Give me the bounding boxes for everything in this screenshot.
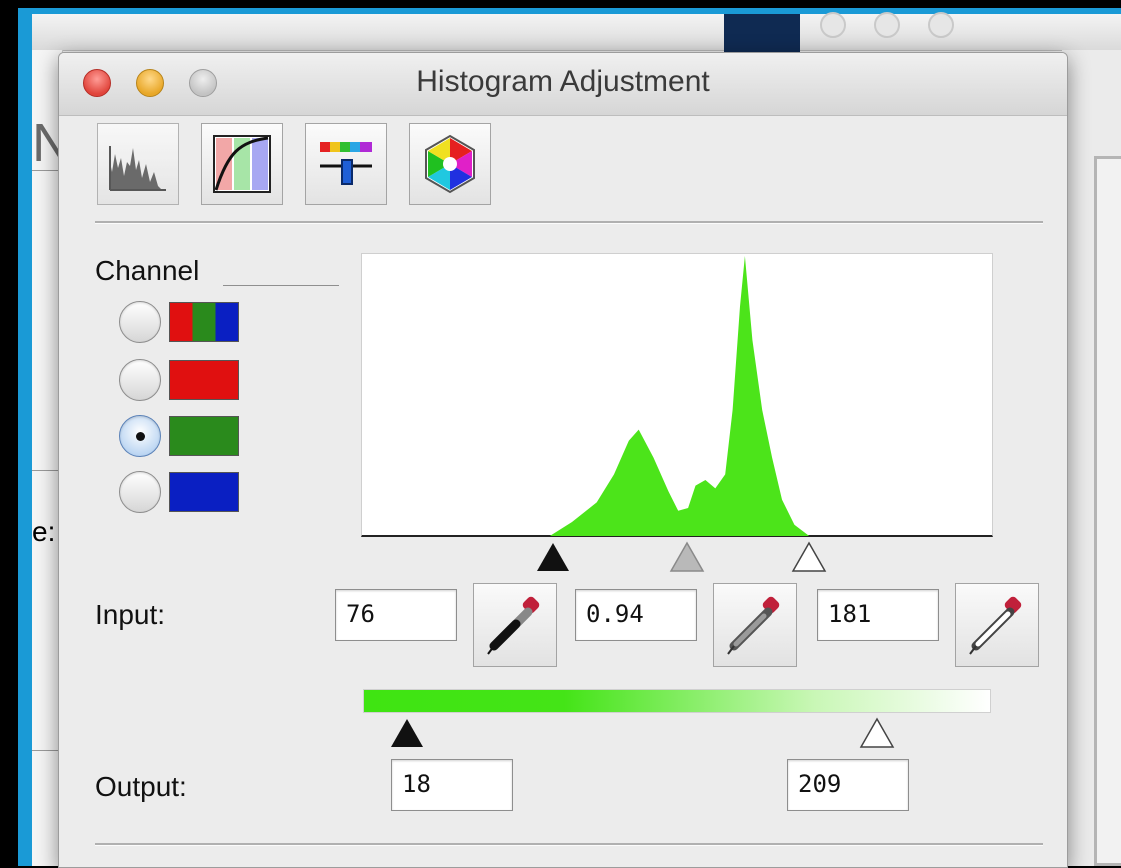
channel-radio-red[interactable]: [119, 359, 161, 401]
gray-eyedropper-button[interactable]: [713, 583, 797, 667]
background-field-label: e:: [32, 516, 56, 547]
curves-tool-button[interactable]: [201, 123, 283, 205]
channel-swatch-rgb[interactable]: [169, 302, 239, 342]
channel-swatch-blue[interactable]: [169, 472, 239, 512]
color-balance-tool-button[interactable]: [305, 123, 387, 205]
input-black-point-slider[interactable]: [535, 541, 571, 573]
toolbar-separator: [95, 221, 1043, 224]
color-wheel-icon: [425, 134, 475, 194]
channel-radio-rgb[interactable]: [119, 301, 161, 343]
window-title: Histogram Adjustment: [416, 65, 710, 98]
histogram-area: [549, 256, 810, 536]
gray-eyedropper-icon: [727, 596, 780, 655]
radio-selected-dot: [136, 432, 145, 441]
background-window-button[interactable]: [874, 12, 900, 38]
channel-radio-blue[interactable]: [119, 471, 161, 513]
output-white-point-slider[interactable]: [859, 717, 895, 749]
white-eyedropper-icon: [969, 596, 1022, 655]
output-white-point-field[interactable]: 209: [787, 759, 909, 811]
output-label: Output:: [95, 771, 187, 802]
histogram-adjustment-window: Histogram Adjustment Channel Input: 76 0…: [58, 52, 1068, 868]
channel-swatch-green[interactable]: [169, 416, 239, 456]
input-gamma-field[interactable]: 0.94: [575, 589, 697, 641]
channel-label: Channel: [95, 255, 200, 286]
curves-icon: [213, 135, 271, 193]
black-eyedropper-icon: [487, 596, 540, 655]
background-right-panel: [1094, 156, 1121, 866]
output-black-point-field[interactable]: 18: [391, 759, 513, 811]
background-toolbar-block: [724, 14, 800, 54]
window-titlebar[interactable]: Histogram Adjustment: [59, 53, 1067, 116]
histogram-chart: [549, 256, 810, 536]
channel-underline: [223, 285, 339, 286]
input-black-point-field[interactable]: 76: [335, 589, 457, 641]
output-black-point-slider[interactable]: [389, 717, 425, 749]
input-label: Input:: [95, 599, 166, 630]
input-gamma-slider[interactable]: [669, 541, 705, 573]
input-white-point-slider[interactable]: [791, 541, 827, 573]
color-balance-icon: [320, 142, 372, 185]
channel-swatch-red[interactable]: [169, 360, 239, 400]
histogram-icon: [109, 146, 166, 191]
black-eyedropper-button[interactable]: [473, 583, 557, 667]
histogram-plot: [361, 253, 993, 537]
input-white-point-field[interactable]: 181: [817, 589, 939, 641]
white-eyedropper-button[interactable]: [955, 583, 1039, 667]
bottom-separator: [95, 843, 1043, 846]
background-window-button[interactable]: [928, 12, 954, 38]
background-titlebar: [32, 12, 1121, 51]
hue-saturation-tool-button[interactable]: [409, 123, 491, 205]
output-gradient-bar: [363, 689, 991, 713]
channel-radio-green[interactable]: [119, 415, 161, 457]
histogram-tool-button[interactable]: [97, 123, 179, 205]
background-window-button[interactable]: [820, 12, 846, 38]
